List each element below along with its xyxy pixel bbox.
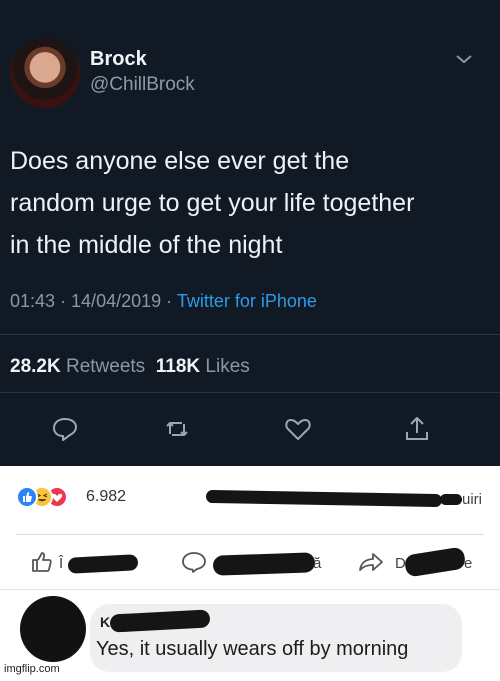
watermark: imgflip.com <box>4 663 60 675</box>
comment-button-icon[interactable] <box>180 550 208 574</box>
tweet-timestamp: 01:43 · 14/04/2019 · <box>10 291 177 311</box>
divider <box>0 392 500 393</box>
share-button-icon[interactable] <box>357 550 385 574</box>
scribble-redaction <box>67 554 139 574</box>
tweet-text: Does anyone else ever get the random urg… <box>10 140 490 266</box>
retweet-icon[interactable] <box>162 414 192 444</box>
likes-label[interactable]: Likes <box>205 356 249 377</box>
comment-text: Yes, it usually wears off by morning <box>96 638 409 660</box>
avatar[interactable] <box>10 38 80 108</box>
tweet-stats: 28.2K Retweets 118K Likes <box>10 356 250 378</box>
scribble-redaction <box>205 489 443 508</box>
tweet-text-line: Does anyone else ever get the <box>10 147 350 175</box>
scribble-redaction <box>212 552 316 576</box>
facebook-post-footer: 6.982 uiri Î ă D e Ko Yes, it usually we… <box>0 466 500 681</box>
shares-text[interactable]: uiri <box>462 491 482 508</box>
divider <box>16 534 484 535</box>
commenter-avatar[interactable] <box>20 596 86 662</box>
divider <box>0 334 500 335</box>
tweet-card: Brock @ChillBrock Does anyone else ever … <box>0 0 500 466</box>
like-button-label[interactable]: Î <box>59 555 63 572</box>
tweet-text-line: in the middle of the night <box>10 231 283 259</box>
reply-icon[interactable] <box>50 414 80 444</box>
reaction-count[interactable]: 6.982 <box>86 488 126 506</box>
likes-count[interactable]: 118K <box>156 356 200 377</box>
user-name[interactable]: Brock <box>90 48 147 71</box>
retweets-label[interactable]: Retweets <box>66 356 145 377</box>
like-reaction-icon[interactable] <box>16 486 38 508</box>
scribble-redaction <box>440 494 462 505</box>
scribble-redaction <box>403 546 467 578</box>
share-icon[interactable] <box>402 414 432 444</box>
tweet-source-link[interactable]: Twitter for iPhone <box>177 291 317 311</box>
tweet-meta: 01:43 · 14/04/2019 · Twitter for iPhone <box>10 291 317 312</box>
share-button-label-tail[interactable]: e <box>464 555 472 572</box>
like-button-icon[interactable] <box>28 550 56 574</box>
comment-button-label[interactable]: ă <box>313 555 321 572</box>
tweet-text-line: random urge to get your life together <box>10 189 415 217</box>
retweets-count[interactable]: 28.2K <box>10 356 61 377</box>
divider <box>0 589 500 590</box>
user-handle[interactable]: @ChillBrock <box>90 74 195 96</box>
like-icon[interactable] <box>283 414 313 444</box>
chevron-down-icon[interactable] <box>455 52 473 66</box>
